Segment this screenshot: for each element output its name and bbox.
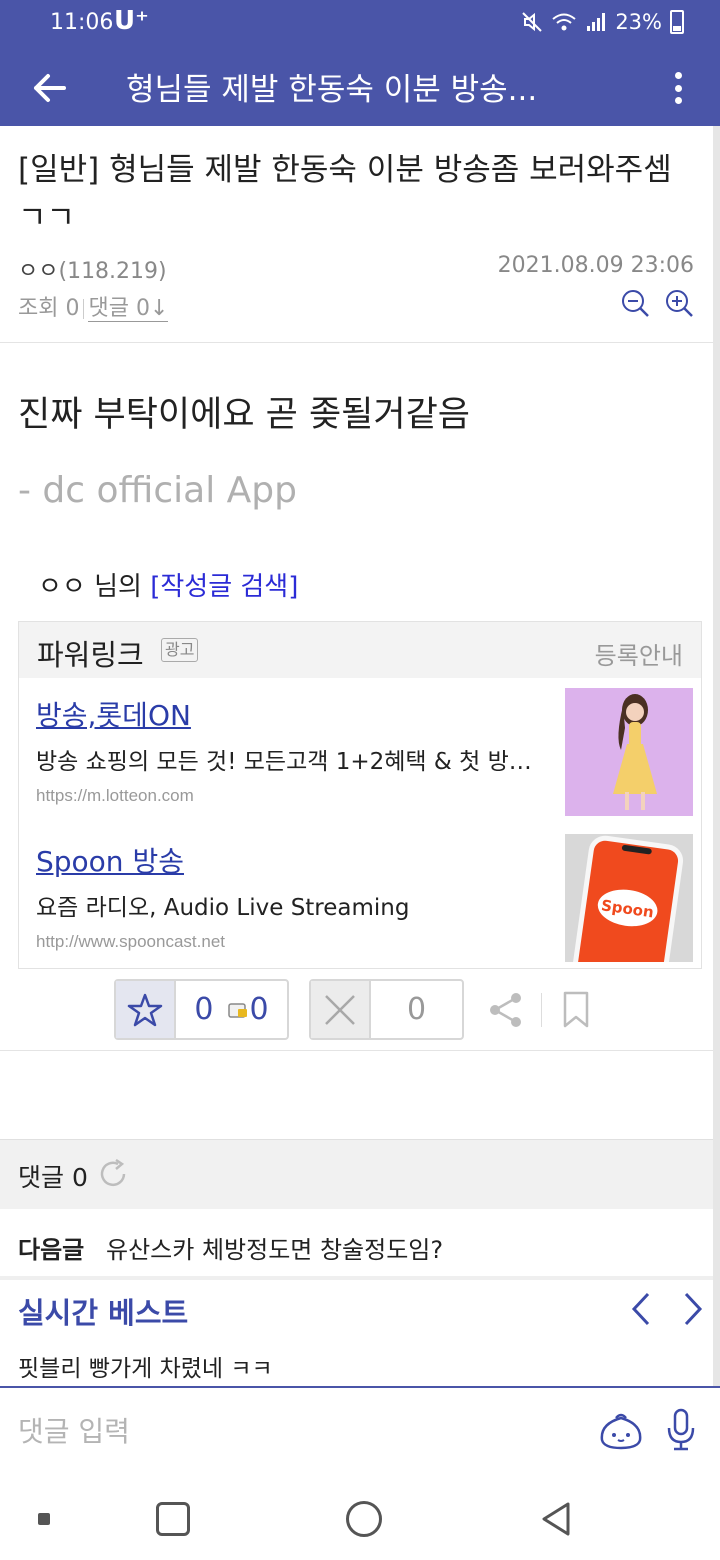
post-title: [일반] 형님들 제발 한동숙 이분 방송좀 보러와주셈 ㄱㄱ: [18, 152, 672, 236]
mute-icon: [522, 12, 543, 32]
bookmark-icon[interactable]: [562, 991, 590, 1029]
recommend-group: 0 0: [114, 979, 289, 1040]
next-post-label: 다음글: [18, 1236, 85, 1264]
status-bar: 11:06 U⁺ 23%: [0, 0, 720, 52]
system-nav-bar: [0, 1476, 720, 1560]
comment-input[interactable]: [18, 1408, 578, 1454]
fixed-recommend-icon: [227, 1002, 247, 1018]
nav-dot-icon[interactable]: [38, 1513, 50, 1525]
share-icon[interactable]: [488, 992, 524, 1028]
author-ip: (118.219): [58, 259, 167, 284]
ad-headline[interactable]: Spoon 방송: [36, 840, 184, 880]
app-bar-title: 형님들 제발 한동숙 이분 방송...: [126, 72, 538, 108]
post-body: 진짜 부탁이에요 곧 좆될거같음: [18, 395, 470, 435]
battery-icon: [670, 10, 684, 34]
not-recommend-button[interactable]: [311, 981, 371, 1038]
ad-headline[interactable]: 방송,롯데ON: [36, 694, 191, 734]
zoom-out-icon[interactable]: [620, 288, 650, 318]
view-count: 조회 0: [18, 296, 80, 321]
ad-thumbnail-image[interactable]: Spoon: [565, 834, 693, 962]
chevron-right-icon[interactable]: [680, 1292, 706, 1326]
powerlink-header: 파워링크 광고 등록안내: [19, 622, 701, 678]
ad-thumbnail-image[interactable]: [565, 688, 693, 816]
battery-percent: 23%: [615, 10, 662, 34]
recommend-button[interactable]: [116, 981, 176, 1038]
zoom-in-icon[interactable]: [664, 288, 694, 318]
status-time: 11:06: [50, 10, 114, 35]
x-icon: [325, 994, 355, 1025]
comment-input-bar: [0, 1386, 720, 1476]
ad-register-link[interactable]: 등록안내: [595, 636, 683, 671]
chevron-left-icon[interactable]: [628, 1292, 654, 1326]
post-date: 2021.08.09 23:06: [497, 253, 694, 278]
fixed-recommend: 0: [227, 992, 269, 1027]
author-search-link[interactable]: [작성글 검색]: [150, 572, 298, 602]
author-name: ㅇㅇ: [18, 259, 59, 284]
post-author[interactable]: ㅇㅇ(118.219): [18, 253, 167, 285]
ad-item[interactable]: 방송,롯데ON 방송 쇼핑의 모든 것! 모든고객 1+2혜택 & 첫 방송 구…: [19, 680, 703, 816]
star-icon: [127, 993, 163, 1026]
app-bar: 형님들 제발 한동숙 이분 방송...: [0, 52, 720, 126]
status-carrier: U⁺: [114, 6, 149, 36]
refresh-icon[interactable]: [98, 1159, 128, 1189]
author-search-prefix: ㅇㅇ 님의: [38, 572, 142, 602]
ad-url: https://m.lotteon.com: [36, 786, 194, 805]
dccon-emoji-icon[interactable]: [598, 1410, 644, 1450]
recommend-counts: 0 0: [176, 981, 287, 1038]
ad-description: 방송 쇼핑의 모든 것! 모든고객 1+2혜택 & 첫 방송 구매...: [36, 749, 536, 775]
realtime-best-item[interactable]: 핏블리 빵가게 차렸네 ㅋㅋ: [18, 1349, 273, 1383]
recommend-count: 0: [194, 992, 214, 1027]
not-recommend-group: 0: [309, 979, 464, 1040]
status-icons: 23%: [521, 10, 684, 34]
ad-url: http://www.spooncast.net: [36, 932, 225, 951]
comment-jump-link[interactable]: 댓글 0↓: [88, 296, 169, 322]
ad-description: 요즘 라디오, Audio Live Streaming: [36, 895, 410, 921]
next-post-title[interactable]: 유산스카 체방정도면 창술정도임?: [106, 1230, 443, 1265]
divider: [0, 342, 720, 343]
wifi-icon: [552, 13, 576, 31]
nav-back-icon[interactable]: [538, 1500, 574, 1538]
powerlink-ad: 파워링크 광고 등록안내 방송,롯데ON 방송 쇼핑의 모든 것! 모든고객 1…: [18, 621, 702, 969]
divider: [541, 993, 542, 1027]
back-arrow-icon[interactable]: [26, 64, 74, 112]
scrollbar[interactable]: [713, 126, 720, 1386]
ad-item[interactable]: Spoon 방송 요즘 라디오, Audio Live Streaming ht…: [19, 826, 703, 962]
post-meta: 조회 0 댓글 0↓: [18, 290, 169, 322]
home-icon[interactable]: [346, 1501, 382, 1537]
divider: [0, 1050, 720, 1051]
not-recommend-count: 0: [406, 992, 427, 1027]
signal-icon: [587, 13, 606, 31]
author-search: ㅇㅇ 님의 [작성글 검색]: [38, 566, 298, 603]
fixed-recommend-count: 0: [249, 992, 269, 1027]
next-post-row[interactable]: 다음글 유산스카 체방정도면 창술정도임?: [0, 1210, 720, 1280]
comment-header: 댓글 0: [0, 1139, 720, 1209]
comment-count: 댓글 0: [18, 1163, 88, 1192]
top-bar: 11:06 U⁺ 23% 형님들 제발 한동숙 이분 방송...: [0, 0, 720, 126]
ad-badge: 광고: [161, 638, 199, 662]
more-menu-icon[interactable]: [662, 66, 694, 110]
recent-apps-icon[interactable]: [156, 1502, 190, 1536]
microphone-icon[interactable]: [666, 1408, 696, 1452]
realtime-best-title: 실시간 베스트: [18, 1296, 189, 1330]
powerlink-title: 파워링크: [37, 638, 144, 672]
app-signature: - dc official App: [18, 470, 297, 511]
